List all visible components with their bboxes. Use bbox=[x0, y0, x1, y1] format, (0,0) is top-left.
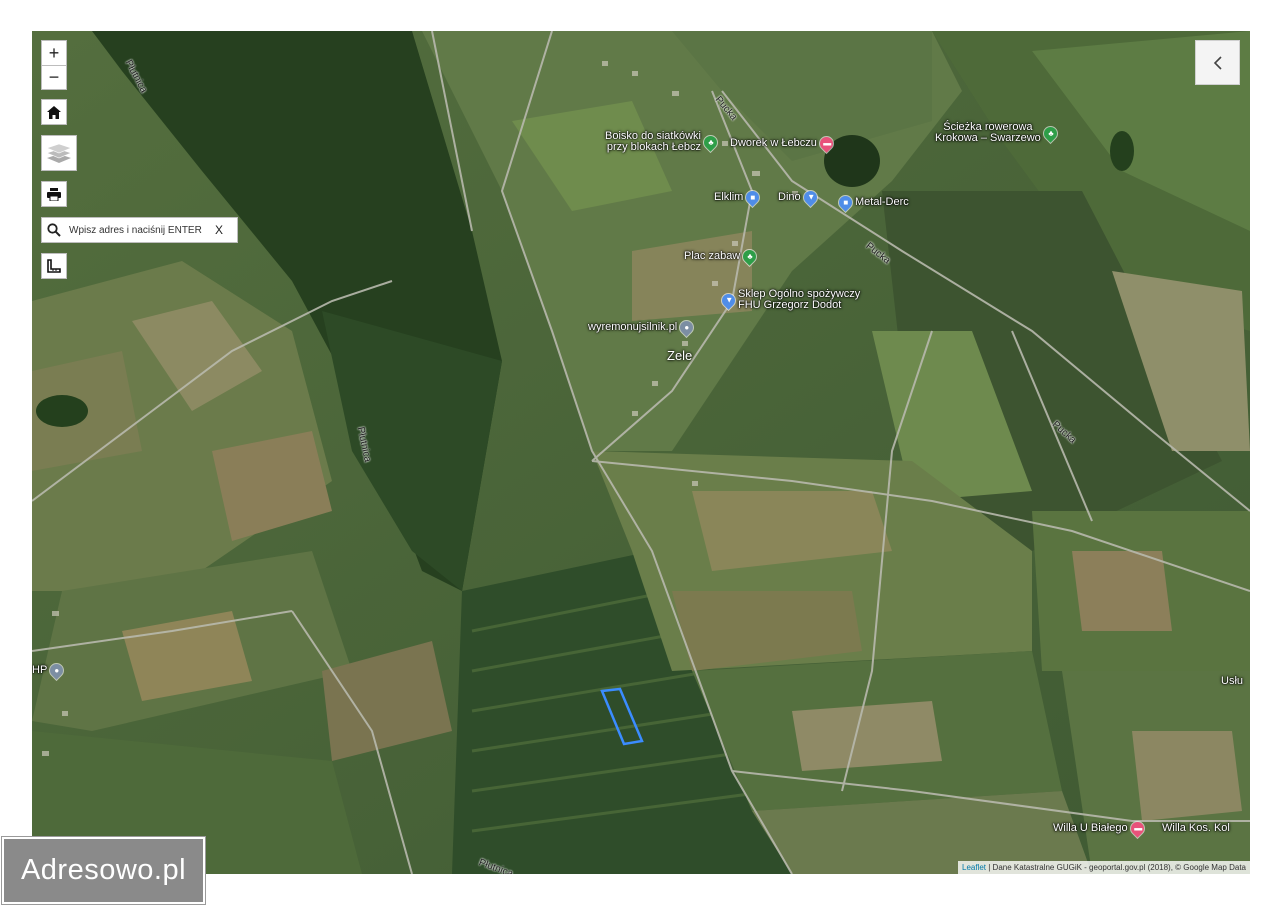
store-icon: ■ bbox=[836, 193, 855, 212]
poi-label: Plac zabaw bbox=[684, 250, 741, 262]
satellite-imagery bbox=[32, 31, 1250, 874]
poi-elklim[interactable]: ■ Elklim bbox=[714, 188, 763, 207]
tree-icon: ♣ bbox=[701, 132, 720, 152]
poi-boisko[interactable]: ♣ Boisko do siatkówki przy blokach Łebcz bbox=[605, 130, 720, 153]
brand-logo: Adresowo.pl bbox=[1, 836, 206, 905]
poi-label: Usłu bbox=[1221, 675, 1244, 687]
measure-button[interactable] bbox=[41, 253, 67, 279]
poi-label: Dino bbox=[778, 191, 801, 203]
leaflet-link[interactable]: Leaflet bbox=[962, 863, 986, 872]
place-label-zele: Zele bbox=[667, 348, 693, 363]
layers-button[interactable] bbox=[41, 135, 77, 171]
pin-icon: ● bbox=[47, 661, 66, 680]
shop-icon: ■ bbox=[743, 188, 763, 207]
poi-label: Willa U Białego bbox=[1053, 822, 1128, 834]
poi-label: Sklep Ogólno spożywczy FHU Grzegorz Dodot bbox=[738, 288, 861, 311]
poi-dworek[interactable]: ▬ Dworek w Łebczu bbox=[730, 134, 836, 153]
poi-label: HP bbox=[32, 664, 48, 676]
printer-icon bbox=[47, 187, 61, 201]
home-icon bbox=[47, 105, 61, 119]
chevron-left-icon bbox=[1213, 55, 1222, 70]
poi-uslu[interactable]: Usłu bbox=[1221, 676, 1243, 687]
wrench-icon: ● bbox=[677, 318, 696, 337]
tree-icon: ♣ bbox=[740, 247, 759, 266]
bed-icon: ▬ bbox=[1127, 819, 1147, 838]
cart-icon: ▼ bbox=[800, 188, 820, 207]
clear-search-button[interactable]: X bbox=[215, 223, 223, 237]
poi-metal[interactable]: ■ Metal-Derc bbox=[836, 193, 909, 212]
tree-icon: ♣ bbox=[1041, 123, 1060, 143]
poi-sklep[interactable]: ▼ Sklep Ogólno spożywczy FHU Grzegorz Dod… bbox=[719, 288, 861, 311]
search-icon bbox=[47, 223, 61, 237]
side-panel-toggle-button[interactable] bbox=[1195, 40, 1240, 85]
poi-hp[interactable]: ● HP bbox=[32, 661, 66, 680]
home-button[interactable] bbox=[41, 99, 67, 125]
poi-sciezka[interactable]: ♣ Ścieżka rowerowa Krokowa – Swarzewo bbox=[935, 121, 1060, 144]
bed-icon: ▬ bbox=[817, 134, 836, 153]
poi-wyremonuj[interactable]: ● wyremonujsilnik.pl bbox=[588, 318, 696, 337]
zoom-out-button[interactable]: − bbox=[41, 65, 67, 90]
poi-dino[interactable]: ▼ Dino bbox=[778, 188, 820, 207]
poi-label: wyremonujsilnik.pl bbox=[588, 321, 678, 333]
poi-label: Metal-Derc bbox=[855, 196, 909, 208]
poi-willa-bialego[interactable]: ▬ Willa U Białego bbox=[1053, 819, 1147, 838]
zoom-in-button[interactable]: + bbox=[41, 40, 67, 65]
poi-label: Elklim bbox=[714, 191, 744, 203]
poi-label: Dworek w Łebczu bbox=[730, 137, 817, 149]
cart-icon: ▼ bbox=[719, 290, 738, 310]
layers-icon bbox=[47, 143, 71, 163]
satellite-map[interactable]: Pucka Pucka Pucka Płutnica Płutnica Płut… bbox=[32, 31, 1250, 874]
poi-label: Willa Kos. Kol bbox=[1162, 822, 1230, 834]
attribution-text: | Dane Katastralne GUGiK - geoportal.gov… bbox=[986, 863, 1246, 872]
search-input[interactable] bbox=[67, 223, 211, 237]
map-attribution: Leaflet | Dane Katastralne GUGiK - geopo… bbox=[958, 861, 1250, 874]
print-button[interactable] bbox=[41, 181, 67, 207]
ruler-icon bbox=[47, 259, 61, 273]
poi-label: Ścieżka rowerowa Krokowa – Swarzewo bbox=[935, 121, 1041, 144]
poi-label: Boisko do siatkówki przy blokach Łebcz bbox=[605, 130, 701, 153]
poi-willa-kos[interactable]: Willa Kos. Kol bbox=[1162, 823, 1230, 834]
address-search[interactable]: X bbox=[41, 217, 238, 243]
poi-plac[interactable]: ♣ Plac zabaw bbox=[684, 247, 759, 266]
